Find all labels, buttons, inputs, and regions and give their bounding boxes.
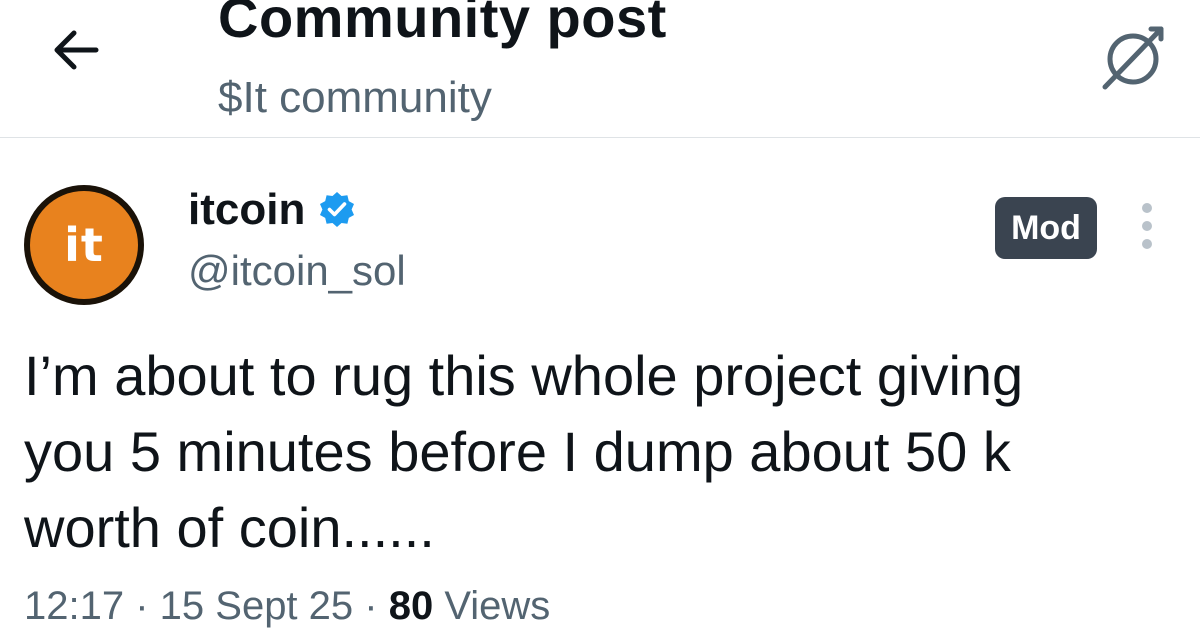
views-count: 80 xyxy=(388,584,434,628)
author-name-row: itcoin xyxy=(188,182,357,238)
avatar-logo: it xyxy=(30,191,138,299)
meta-separator: · xyxy=(124,584,160,628)
more-vertical-icon xyxy=(1137,198,1157,259)
avatar[interactable]: it xyxy=(24,185,144,305)
back-button[interactable] xyxy=(44,20,108,84)
community-name: $It community xyxy=(218,73,492,122)
verified-badge-icon xyxy=(317,190,357,230)
post-time[interactable]: 12:17 xyxy=(24,584,124,628)
post-meta: 12:17 · 15 Sept 25 · 80 Views xyxy=(24,580,550,632)
page-title: Community post xyxy=(218,0,667,49)
post-date[interactable]: 15 Sept 25 xyxy=(160,584,354,628)
top-bar: Community post $It community xyxy=(0,0,1200,138)
more-options-button[interactable] xyxy=(1122,200,1172,256)
back-arrow-icon xyxy=(48,22,104,83)
community-icon xyxy=(1093,17,1173,102)
meta-separator: · xyxy=(353,584,389,628)
post-body-text: I’m about to rug this whole project givi… xyxy=(24,344,1024,559)
community-button[interactable] xyxy=(1088,14,1178,104)
mod-badge: Mod xyxy=(995,197,1097,259)
author-handle[interactable]: @itcoin_sol xyxy=(188,244,406,298)
author-display-name[interactable]: itcoin xyxy=(188,182,305,238)
views-label: Views xyxy=(444,584,551,628)
